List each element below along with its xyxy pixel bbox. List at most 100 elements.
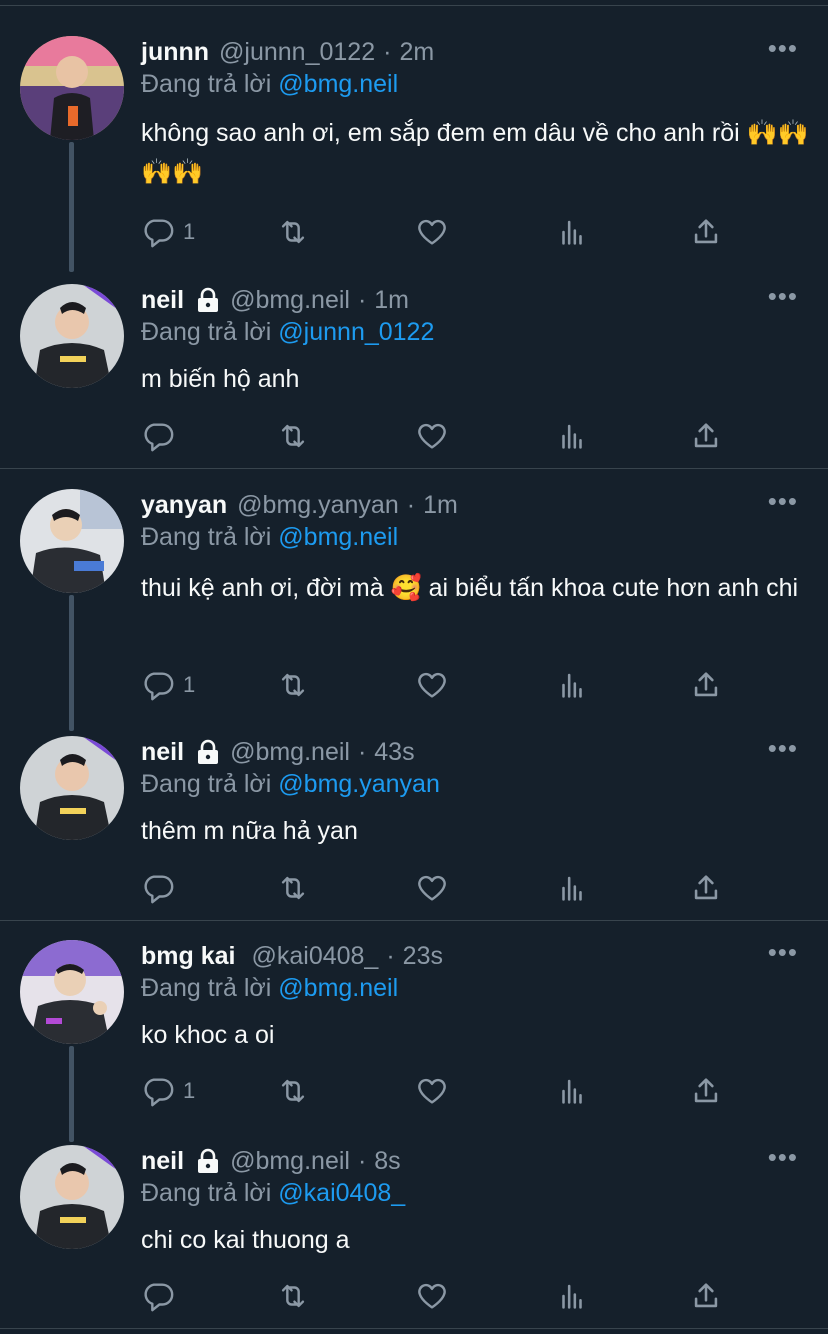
avatar[interactable]: [20, 736, 124, 840]
analytics-button[interactable]: [555, 1276, 589, 1316]
tweet-header: neil @bmg.neil · 43s: [141, 736, 415, 768]
display-name[interactable]: neil: [141, 738, 184, 767]
tweet[interactable]: bmg kai @kai0408_ · 23s ••• Đang trả lời…: [0, 939, 828, 1142]
retweet-icon: [281, 673, 305, 697]
tweet-text: ko khoc a oi: [141, 1021, 275, 1049]
retweet-button[interactable]: [276, 868, 310, 908]
more-horizontal-icon[interactable]: •••: [768, 1144, 798, 1170]
avatar[interactable]: [20, 940, 124, 1044]
avatar[interactable]: [20, 36, 124, 140]
timestamp[interactable]: 1m: [374, 286, 409, 315]
reply-mention[interactable]: @junnn_0122: [278, 318, 434, 346]
display-name[interactable]: neil: [141, 286, 184, 315]
avatar[interactable]: [20, 489, 124, 593]
tweet[interactable]: neil @bmg.neil · 8s ••• Đang trả lời @ka…: [0, 1144, 828, 1325]
thread-line: [69, 595, 74, 731]
share-button[interactable]: [689, 665, 723, 705]
like-button[interactable]: [415, 416, 449, 456]
reply-button[interactable]: 1: [141, 1071, 195, 1111]
user-handle[interactable]: @junnn_0122: [219, 38, 375, 67]
retweet-button[interactable]: [276, 665, 310, 705]
more-horizontal-icon[interactable]: •••: [768, 283, 798, 309]
like-button[interactable]: [415, 212, 449, 252]
reply-prefix: Đang trả lời: [141, 70, 272, 98]
like-button[interactable]: [415, 665, 449, 705]
more-horizontal-icon[interactable]: •••: [768, 488, 798, 514]
like-button[interactable]: [415, 1071, 449, 1111]
tweet[interactable]: neil @bmg.neil · 43s ••• Đang trả lời @b…: [0, 735, 828, 916]
reply-context: Đang trả lời @bmg.yanyan: [141, 770, 440, 799]
more-horizontal-icon[interactable]: •••: [768, 35, 798, 61]
reply-prefix: Đang trả lời: [141, 1179, 272, 1207]
display-name[interactable]: bmg kai: [141, 942, 235, 971]
thread-divider: [0, 468, 828, 469]
share-button[interactable]: [689, 868, 723, 908]
action-bar: 1: [141, 212, 741, 252]
reply-mention[interactable]: @bmg.neil: [278, 523, 398, 551]
retweet-button[interactable]: [276, 416, 310, 456]
like-button[interactable]: [415, 1276, 449, 1316]
avatar[interactable]: [20, 284, 124, 388]
retweet-button[interactable]: [276, 1071, 310, 1111]
reply-icon: [144, 875, 174, 904]
retweet-icon: [281, 220, 305, 244]
action-bar: [141, 416, 741, 456]
separator: ·: [386, 941, 395, 970]
more-horizontal-icon[interactable]: •••: [768, 735, 798, 761]
timestamp[interactable]: 43s: [374, 738, 414, 767]
top-divider: [0, 5, 828, 6]
display-name[interactable]: yanyan: [141, 491, 227, 520]
timestamp[interactable]: 23s: [403, 942, 443, 971]
tweet[interactable]: yanyan @bmg.yanyan · 1m ••• Đang trả lời…: [0, 488, 828, 731]
analytics-button[interactable]: [555, 416, 589, 456]
share-icon: [694, 1078, 718, 1103]
reply-mention[interactable]: @bmg.yanyan: [278, 770, 440, 798]
analytics-button[interactable]: [555, 868, 589, 908]
separator: ·: [357, 285, 367, 314]
user-handle[interactable]: @bmg.neil: [230, 286, 350, 315]
retweet-button[interactable]: [276, 1276, 310, 1316]
user-handle[interactable]: @kai0408_: [251, 942, 378, 971]
reply-icon: [144, 1078, 174, 1107]
reply-button[interactable]: [141, 416, 183, 456]
reply-context: Đang trả lời @bmg.neil: [141, 70, 398, 99]
share-button[interactable]: [689, 1071, 723, 1111]
analytics-button[interactable]: [555, 212, 589, 252]
heart-icon: [418, 1078, 446, 1104]
analytics-button[interactable]: [555, 1071, 589, 1111]
heart-icon: [418, 672, 446, 698]
user-handle[interactable]: @bmg.neil: [230, 1147, 350, 1176]
reply-button[interactable]: [141, 1276, 183, 1316]
user-handle[interactable]: @bmg.yanyan: [237, 491, 399, 520]
timestamp[interactable]: 8s: [374, 1147, 400, 1176]
reply-icon: [144, 219, 174, 248]
lock-icon: [198, 287, 219, 312]
share-button[interactable]: [689, 416, 723, 456]
avatar[interactable]: [20, 1145, 124, 1249]
reply-button[interactable]: [141, 868, 183, 908]
reply-mention[interactable]: @kai0408_: [278, 1179, 405, 1207]
retweet-button[interactable]: [276, 212, 310, 252]
reply-mention[interactable]: @bmg.neil: [278, 70, 398, 98]
tweet[interactable]: neil @bmg.neil · 1m ••• Đang trả lời @ju…: [0, 283, 828, 464]
timestamp[interactable]: 2m: [399, 38, 434, 67]
display-name[interactable]: neil: [141, 1147, 184, 1176]
share-button[interactable]: [689, 212, 723, 252]
reply-icon: [144, 672, 174, 701]
share-icon: [694, 1283, 718, 1308]
display-name[interactable]: junnn: [141, 38, 209, 67]
tweet-header: junnn @junnn_0122 · 2m: [141, 36, 434, 68]
tweet-text: thêm m nữa hả yan: [141, 817, 358, 845]
reply-prefix: Đang trả lời: [141, 318, 272, 346]
share-button[interactable]: [689, 1276, 723, 1316]
more-horizontal-icon[interactable]: •••: [768, 939, 798, 965]
reply-mention[interactable]: @bmg.neil: [278, 974, 398, 1002]
reply-button[interactable]: 1: [141, 665, 195, 705]
tweet[interactable]: junnn @junnn_0122 · 2m ••• Đang trả lời …: [0, 35, 828, 272]
like-button[interactable]: [415, 868, 449, 908]
reply-button[interactable]: 1: [141, 212, 195, 252]
timestamp[interactable]: 1m: [423, 491, 458, 520]
user-handle[interactable]: @bmg.neil: [230, 738, 350, 767]
analytics-button[interactable]: [555, 665, 589, 705]
heart-icon: [418, 875, 446, 901]
